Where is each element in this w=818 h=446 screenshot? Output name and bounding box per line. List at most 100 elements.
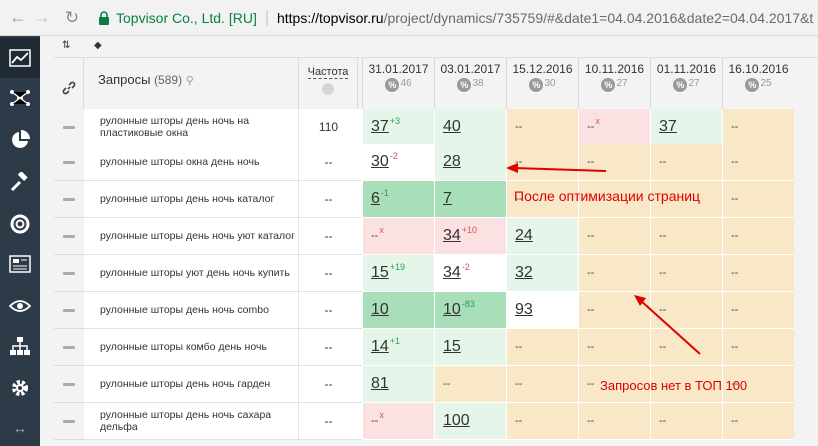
row-toggle[interactable] [54, 403, 84, 440]
position-delta: -1 [380, 188, 389, 198]
newspaper-icon[interactable] [0, 244, 40, 284]
position-value[interactable]: 15 [371, 264, 389, 282]
eye-icon[interactable] [0, 286, 40, 326]
position-cell[interactable]: 7 [434, 181, 506, 218]
position-cell: -- [722, 329, 794, 366]
row-toggle[interactable] [54, 255, 84, 292]
back-arrow-icon[interactable]: ← [6, 6, 30, 30]
date-label: 16.10.2016 [728, 62, 789, 76]
position-cell[interactable]: 32 [506, 255, 578, 292]
position-value[interactable]: 40 [443, 118, 461, 136]
address-bar[interactable]: Topvisor Co., Ltd. [RU] | https://topvis… [98, 5, 818, 31]
position-cell[interactable]: 6 -1 [362, 181, 434, 218]
row-toggle[interactable] [54, 218, 84, 255]
position-cell[interactable]: 37 +3 [362, 109, 434, 146]
globe-icon [322, 83, 334, 95]
position-cell[interactable]: 15 +19 [362, 255, 434, 292]
forward-arrow-icon[interactable]: → [30, 6, 54, 30]
position-delta: +1 [389, 336, 401, 346]
position-value[interactable]: 15 [443, 338, 461, 356]
position-cell[interactable]: 40 [434, 109, 506, 146]
gavel-icon[interactable] [0, 162, 40, 202]
position-cell[interactable]: 28 [434, 144, 506, 181]
row-toggle[interactable] [54, 292, 84, 329]
position-cell: -- [650, 144, 722, 181]
position-cell[interactable]: 14 +1 [362, 329, 434, 366]
row-toggle[interactable] [54, 144, 84, 181]
visibility-percent: % 25 [723, 78, 794, 92]
position-value[interactable]: 34 [443, 227, 461, 245]
position-cell[interactable]: 81 [362, 366, 434, 403]
frequency-cell: -- [298, 218, 358, 255]
position-value[interactable]: 93 [515, 301, 533, 319]
position-delta: -83 [461, 299, 475, 309]
position-cell: -- x [362, 218, 434, 255]
position-value[interactable]: 14 [371, 338, 389, 356]
position-value[interactable]: 24 [515, 227, 533, 245]
position-value[interactable]: 6 [371, 190, 380, 208]
position-value[interactable]: 30 [371, 153, 389, 171]
row-toggle[interactable] [54, 109, 84, 146]
percent-icon: % [601, 78, 616, 92]
row-toggle[interactable] [54, 329, 84, 366]
row-toggle[interactable] [54, 366, 84, 403]
position-cell: -- [722, 109, 794, 146]
chart-icon[interactable] [0, 38, 40, 78]
frequency-cell: -- [298, 144, 358, 181]
position-value: -- [659, 415, 667, 427]
position-cell[interactable]: 34 +10 [434, 218, 506, 255]
position-delta: x [379, 225, 384, 235]
minus-icon [63, 234, 75, 238]
position-cell[interactable]: 15 [434, 329, 506, 366]
sort-icon[interactable]: ⇅ [62, 40, 70, 51]
position-value: -- [587, 156, 595, 168]
position-value[interactable]: 34 [443, 264, 461, 282]
position-value[interactable]: 32 [515, 264, 533, 282]
position-cell[interactable]: 30 -2 [362, 144, 434, 181]
position-cell[interactable]: 100 [434, 403, 506, 440]
position-cell[interactable]: 24 [506, 218, 578, 255]
minus-icon [63, 308, 75, 312]
resize-arrows-icon[interactable]: ↔ [0, 410, 40, 446]
query-header[interactable]: Запросы (589) ⚲ [98, 72, 194, 87]
position-cell[interactable]: 37 [650, 109, 722, 146]
position-cell: -- [650, 255, 722, 292]
position-value[interactable]: 81 [371, 375, 389, 393]
sitemap-icon[interactable] [0, 326, 40, 366]
lifebuoy-icon[interactable] [0, 204, 40, 244]
position-value[interactable]: 100 [443, 412, 470, 430]
position-cell[interactable]: 10 [362, 292, 434, 329]
reload-icon[interactable]: ↻ [60, 6, 84, 30]
visibility-percent: % 27 [579, 78, 650, 92]
settings-icon[interactable] [0, 368, 40, 408]
position-value[interactable]: 28 [443, 153, 461, 171]
position-cell: -- [578, 218, 650, 255]
url-host: https://topvisor.ru [276, 9, 384, 26]
position-cell[interactable]: 34 -2 [434, 255, 506, 292]
position-value[interactable]: 10 [443, 301, 461, 319]
position-value[interactable]: 10 [371, 301, 389, 319]
position-cell: -- [722, 403, 794, 440]
search-icon[interactable]: ⚲ [186, 75, 194, 87]
date-label: 03.01.2017 [440, 62, 501, 76]
position-value[interactable]: 37 [371, 118, 389, 136]
sidebar: ↔ [0, 36, 40, 446]
position-value: -- [659, 267, 667, 279]
frequency-cell: -- [298, 255, 358, 292]
network-icon[interactable] [0, 78, 40, 118]
date-label: 10.11.2016 [584, 62, 645, 76]
position-cell[interactable]: 93 [506, 292, 578, 329]
position-value: -- [659, 304, 667, 316]
tag-icon[interactable]: ◆ [94, 40, 102, 51]
position-cell[interactable]: 10 -83 [434, 292, 506, 329]
position-value[interactable]: 7 [443, 190, 452, 208]
position-delta: +10 [461, 225, 478, 235]
percent-value: 38 [472, 77, 484, 89]
minus-icon [63, 197, 75, 201]
position-value[interactable]: 37 [659, 118, 677, 136]
row-toggle[interactable] [54, 181, 84, 218]
pie-chart-icon[interactable] [0, 120, 40, 160]
position-value: -- [515, 378, 523, 390]
annotation-after-optimization: После оптимизации страниц [514, 188, 701, 204]
position-value: -- [371, 230, 379, 242]
